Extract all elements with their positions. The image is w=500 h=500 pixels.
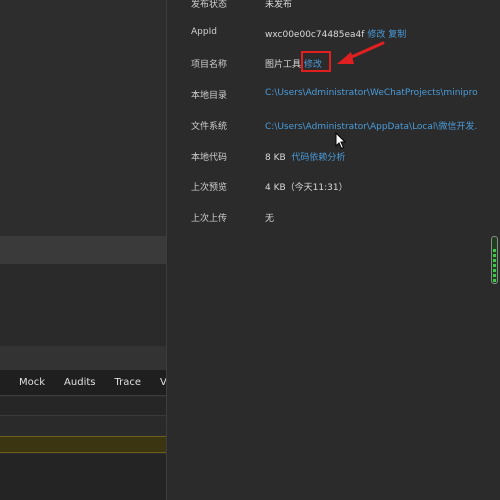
local-dir-value-group: C:\Users\Administrator\WeChatProjects\mi… [265, 88, 477, 98]
local-code-size: 8 KB [265, 153, 286, 163]
file-system-link[interactable]: C:\Users\Administrator\AppData\Local\微信开… [265, 119, 477, 132]
arrow-icon [337, 41, 385, 64]
simulator-pane: Mock Audits Trace Vu [0, 0, 166, 500]
level-indicator-fill [493, 248, 496, 282]
tab-audits[interactable]: Audits [64, 377, 95, 388]
appid-value: wxc00e00c74485ea4f [265, 30, 365, 40]
simulator-toolbar [0, 236, 166, 264]
last-preview-label: 上次预览 [191, 183, 228, 193]
project-name-value: 图片工具 [265, 60, 302, 70]
last-upload-value: 无 [265, 214, 275, 224]
mouse-cursor-icon [335, 132, 347, 150]
simulator-area [0, 0, 166, 236]
last-preview-value: 4 KB（今天11:31） [265, 183, 348, 193]
console-toolbar [0, 397, 166, 416]
status-value: 未发布 [265, 0, 293, 10]
level-indicator [491, 236, 498, 284]
status-label: 发布状态 [191, 0, 228, 10]
tab-trace[interactable]: Trace [114, 377, 141, 388]
info-row-last-preview: 上次预览 4 KB（今天11:31） [167, 180, 500, 196]
appid-value-group: wxc00e00c74485ea4f 修改 复制 [265, 27, 406, 40]
info-row-local-code: 本地代码 8 KB 代码依赖分析 [167, 150, 500, 166]
info-row-name: 项目名称 图片工具 修改 [167, 57, 500, 73]
file-system-label: 文件系统 [191, 122, 228, 132]
info-row-local-dir: 本地目录 C:\Users\Administrator\WeChatProjec… [167, 88, 500, 104]
console-warning-row [0, 436, 166, 453]
devtools-tab-bar: Mock Audits Trace Vu [0, 370, 166, 396]
appid-label: AppId [191, 27, 217, 37]
console-row [0, 417, 166, 435]
info-row-status: 发布状态 未发布 [167, 0, 500, 13]
tab-mock[interactable]: Mock [19, 377, 45, 388]
info-row-file-system: 文件系统 C:\Users\Administrator\AppData\Loca… [167, 119, 500, 135]
local-dir-label: 本地目录 [191, 91, 228, 101]
local-code-value-group: 8 KB 代码依赖分析 [265, 150, 345, 163]
project-name-label: 项目名称 [191, 60, 228, 70]
project-details-panel: 发布状态 未发布 AppId wxc00e00c74485ea4f 修改 复制 … [167, 0, 500, 500]
file-system-value-group: C:\Users\Administrator\AppData\Local\微信开… [265, 119, 477, 132]
last-upload-label: 上次上传 [191, 214, 228, 224]
info-row-appid: AppId wxc00e00c74485ea4f 修改 复制 [167, 27, 500, 43]
highlight-box [301, 51, 331, 72]
local-code-label: 本地代码 [191, 153, 228, 163]
local-dir-link[interactable]: C:\Users\Administrator\WeChatProjects\mi… [265, 88, 477, 98]
editor-area [0, 264, 166, 346]
info-row-last-upload: 上次上传 无 [167, 211, 500, 227]
console-output [0, 454, 166, 500]
appid-edit-link[interactable]: 修改 [367, 30, 385, 40]
code-dependency-link[interactable]: 代码依赖分析 [291, 153, 345, 163]
panel-header [0, 346, 166, 370]
appid-copy-link[interactable]: 复制 [388, 30, 406, 40]
